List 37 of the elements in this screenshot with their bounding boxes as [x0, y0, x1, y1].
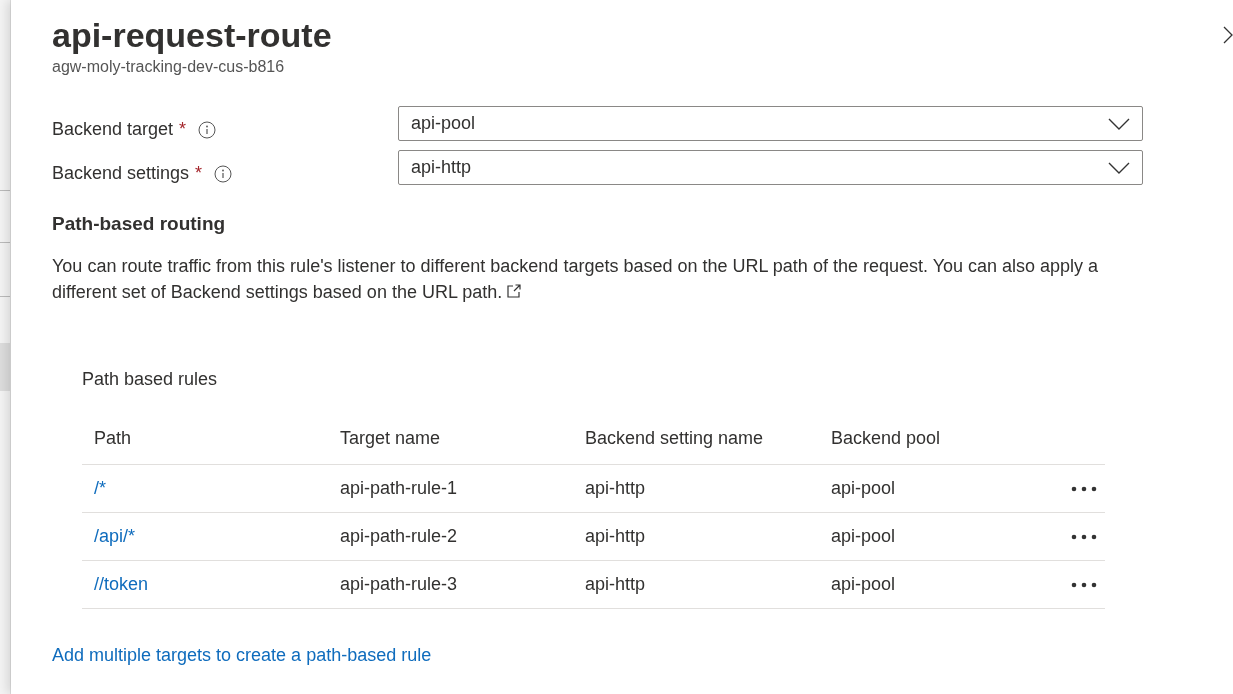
add-targets-link[interactable]: Add multiple targets to create a path-based rule — [52, 645, 432, 666]
close-icon[interactable] — [1223, 26, 1233, 44]
info-icon[interactable] — [214, 164, 233, 183]
table-cell-text: api-http — [584, 478, 647, 499]
table-cell-text: api-path-rule-3 — [339, 574, 459, 595]
external-link-icon[interactable] — [506, 283, 523, 299]
table-cell-text: api-http — [584, 526, 647, 547]
table-cell-text: api-pool — [830, 526, 897, 547]
more-options-icon[interactable] — [1071, 533, 1097, 540]
path-link[interactable]: /* — [94, 478, 106, 498]
more-options-icon[interactable] — [1071, 485, 1097, 492]
table-cell-text: api-path-rule-2 — [339, 526, 459, 547]
dropdown-field[interactable]: api-http — [398, 150, 1143, 185]
section-description: You can route traffic from this rule's listener to different backend targets based on the URL path of the request. You can also apply a different set of Backend settings based on the URL path. — [52, 255, 1100, 304]
chevron-down-icon — [1108, 117, 1130, 130]
panel-title: api-request-route — [52, 15, 332, 56]
path-link[interactable]: /api/* — [94, 526, 136, 546]
table-cell-text: api-path-rule-1 — [339, 478, 459, 499]
table-cell-text: api-pool — [830, 574, 897, 595]
info-icon[interactable] — [198, 120, 217, 139]
chevron-down-icon — [1108, 161, 1130, 174]
column-header: Path — [93, 427, 133, 449]
column-header: Target name — [339, 427, 442, 449]
path-link[interactable]: //token — [94, 574, 149, 594]
table-cell-text: api-http — [584, 574, 647, 595]
field-label: Backend target — [52, 119, 174, 140]
required-mark: * — [195, 163, 203, 184]
required-mark: * — [179, 119, 187, 140]
column-header: Backend setting name — [584, 427, 765, 449]
panel-subtitle: agw-moly-tracking-dev-cus-b816 — [52, 58, 286, 76]
table-cell-text: api-pool — [830, 478, 897, 499]
field-label: Backend settings — [52, 163, 190, 184]
column-header: Backend pool — [830, 427, 942, 449]
table-caption: Path based rules — [82, 369, 219, 390]
section-heading: Path-based routing — [52, 213, 227, 235]
more-options-icon[interactable] — [1071, 581, 1097, 588]
dropdown-field[interactable]: api-pool — [398, 106, 1143, 141]
